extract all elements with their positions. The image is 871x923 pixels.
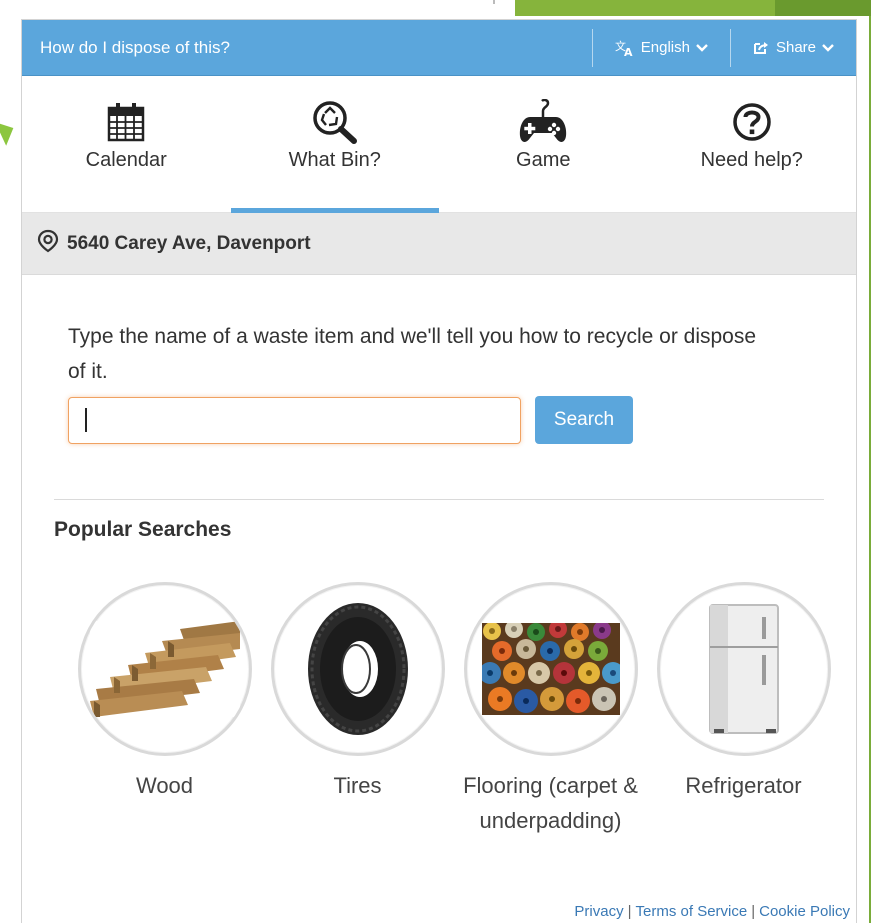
search-row: Search — [54, 396, 824, 444]
popular-item-refrigerator[interactable]: Refrigerator — [647, 582, 840, 838]
arrow-icon — [0, 116, 19, 146]
chevron-down-icon — [822, 43, 834, 52]
share-icon — [753, 40, 770, 55]
popular-item-label: Refrigerator — [685, 773, 802, 798]
popular-item-label: Flooring (carpet & underpadding) — [463, 773, 638, 833]
location-address: 5640 Carey Ave, Davenport — [67, 232, 311, 254]
translate-icon: 文 A — [615, 39, 635, 57]
refrigerator-image — [656, 582, 831, 756]
popular-searches-list: Wood Tires Flooring (carpet & underpaddi… — [68, 582, 831, 838]
background-decoration — [493, 0, 495, 4]
language-menu[interactable]: 文 A English — [593, 39, 730, 57]
background-banner-highlight — [515, 0, 775, 16]
recycle-search-icon — [311, 100, 359, 144]
tab-calendar[interactable]: Calendar — [22, 76, 231, 212]
chevron-down-icon — [696, 43, 708, 52]
terms-link[interactable]: Terms of Service — [636, 903, 748, 920]
language-label: English — [640, 39, 690, 56]
tab-need-help[interactable]: Need help? — [648, 76, 857, 212]
search-section: Type the name of a waste item and we'll … — [22, 275, 856, 838]
share-menu[interactable]: Share — [731, 39, 856, 56]
popular-item-label: Tires — [333, 773, 382, 798]
gamepad-icon — [518, 99, 568, 144]
search-button[interactable]: Search — [535, 396, 633, 444]
search-intro: Type the name of a waste item and we'll … — [68, 325, 757, 383]
location-bar[interactable]: 5640 Carey Ave, Davenport — [22, 213, 856, 275]
location-pin-icon — [37, 229, 67, 259]
widget-header: How do I dispose of this? 文 A English Sh… — [22, 20, 856, 76]
svg-text:A: A — [624, 46, 633, 57]
waste-wizard-widget: How do I dispose of this? 文 A English Sh… — [21, 19, 857, 923]
tab-what-bin[interactable]: What Bin? — [230, 76, 440, 213]
section-divider — [54, 499, 824, 500]
privacy-link[interactable]: Privacy — [574, 903, 623, 920]
cookie-policy-link[interactable]: Cookie Policy — [759, 903, 850, 920]
tab-label: Game — [516, 149, 571, 171]
popular-item-tires[interactable]: Tires — [261, 582, 454, 838]
popular-item-wood[interactable]: Wood — [68, 582, 261, 838]
widget-title: How do I dispose of this? — [40, 37, 230, 57]
popular-item-label: Wood — [135, 773, 194, 798]
tab-bar: Calendar What Bin? Game Need help? — [22, 76, 856, 213]
tab-label: Need help? — [700, 149, 803, 171]
tab-label: What Bin? — [288, 149, 381, 171]
tire-image — [270, 582, 445, 756]
popular-searches-title: Popular Searches — [54, 518, 232, 541]
question-circle-icon — [732, 100, 772, 144]
popular-item-flooring[interactable]: Flooring (carpet & underpadding) — [454, 582, 647, 838]
footer-links: Privacy | Terms of Service | Cookie Policy — [574, 903, 850, 920]
text-cursor — [85, 408, 87, 432]
footer-separator: | — [751, 903, 756, 920]
share-label: Share — [775, 39, 816, 56]
calendar-icon — [107, 100, 145, 144]
tab-game[interactable]: Game — [439, 76, 648, 212]
carpet-image — [463, 582, 638, 756]
wood-image — [77, 582, 252, 756]
footer-separator: | — [627, 903, 632, 920]
search-input[interactable] — [68, 396, 521, 444]
tab-label: Calendar — [85, 149, 167, 171]
